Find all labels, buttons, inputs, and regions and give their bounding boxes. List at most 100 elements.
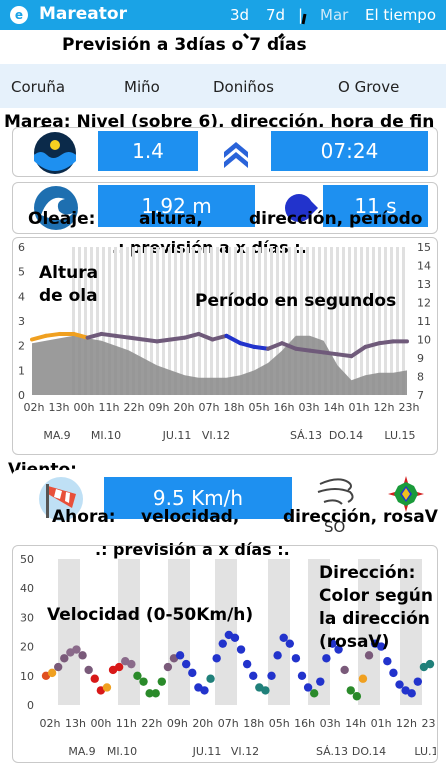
wave-period-axis-annotation: Período en segundos bbox=[195, 291, 397, 311]
x-tick-label: 16h bbox=[274, 401, 295, 414]
wind-speed-point bbox=[316, 677, 325, 686]
day-label: LU.15 bbox=[414, 745, 436, 758]
wave-period-segment bbox=[321, 350, 340, 357]
y-tick: 50 bbox=[20, 553, 34, 566]
wave-height-axis-annotation: Altura de ola bbox=[39, 263, 99, 306]
tide-level-value: 1.4 bbox=[98, 131, 198, 171]
wave-period-segment bbox=[113, 333, 132, 340]
wind-speed-point bbox=[322, 654, 331, 663]
y-right-tick: 15 bbox=[417, 241, 431, 254]
y-left-tick: 3 bbox=[18, 315, 25, 328]
y-left-tick: 1 bbox=[18, 364, 25, 377]
wind-speed-point bbox=[236, 645, 246, 654]
grid-stripe bbox=[228, 247, 231, 395]
wind-speed-point bbox=[90, 674, 99, 683]
day-label: MI.10 bbox=[91, 429, 121, 442]
wave-period-segment bbox=[127, 335, 146, 342]
wind-speed-point bbox=[114, 662, 124, 672]
wind-speed-point bbox=[78, 651, 87, 660]
wave-period-segment bbox=[252, 344, 271, 351]
wind-speed-point bbox=[261, 686, 270, 695]
wave-period-segment bbox=[99, 331, 118, 338]
y-tick: 30 bbox=[20, 611, 34, 624]
wind-speed-point bbox=[303, 683, 313, 692]
x-tick-label: 18h bbox=[243, 717, 264, 730]
y-right-tick: 14 bbox=[417, 260, 431, 273]
wind-speed-point bbox=[102, 683, 112, 692]
tab-mino[interactable]: Miño bbox=[124, 78, 160, 96]
y-left-tick: 4 bbox=[18, 290, 25, 303]
wind-speed-point bbox=[279, 633, 288, 643]
x-tick-label: 16h bbox=[294, 717, 315, 730]
tab-coruna[interactable]: Coruña bbox=[11, 78, 65, 96]
wind-speed-annotation: velocidad, bbox=[141, 507, 240, 527]
x-tick-label: 05h bbox=[269, 717, 290, 730]
y-right-tick: 11 bbox=[417, 315, 431, 328]
x-tick-label: 22h bbox=[124, 401, 145, 414]
tide-rising-icon bbox=[224, 142, 248, 168]
day-label: VI.12 bbox=[231, 745, 259, 758]
wind-direction-color-annotation: Dirección: Color según la dirección (ros… bbox=[319, 563, 433, 652]
y-tick: 10 bbox=[20, 670, 34, 683]
wave-period-segment bbox=[85, 331, 104, 340]
x-tick-label: 23h bbox=[422, 717, 436, 730]
grid-stripe bbox=[354, 247, 357, 395]
day-label: SÁ.13 bbox=[290, 429, 322, 442]
grid-stripe bbox=[222, 247, 225, 395]
x-tick-label: 23h bbox=[399, 401, 420, 414]
grid-stripe bbox=[204, 247, 207, 395]
y-right-tick: 8 bbox=[417, 371, 424, 384]
tab-doninos[interactable]: Doniños bbox=[213, 78, 274, 96]
location-tabs: Coruña Miño Doniños O Grove bbox=[0, 64, 446, 108]
wind-speed-point bbox=[218, 639, 227, 648]
grid-stripe bbox=[168, 559, 190, 705]
x-tick-label: 02h bbox=[40, 717, 61, 730]
wind-speed-point bbox=[242, 659, 252, 669]
wind-speed-point bbox=[163, 662, 173, 672]
x-tick-label: 03h bbox=[299, 401, 320, 414]
wave-period-segment bbox=[168, 335, 187, 342]
day-label: DO.14 bbox=[329, 429, 363, 442]
wind-speed-point bbox=[84, 665, 93, 675]
wind-speed-point bbox=[407, 689, 416, 698]
wave-period-segment bbox=[43, 331, 62, 338]
wind-speed-point bbox=[395, 680, 404, 689]
tide-card: 1.4 07:24 bbox=[12, 127, 438, 177]
tab-o-grove[interactable]: O Grove bbox=[338, 78, 399, 96]
y-left-tick: 2 bbox=[18, 340, 25, 353]
day-label: JU.11 bbox=[192, 745, 222, 758]
x-tick-label: 09h bbox=[149, 401, 170, 414]
x-tick-label: 14h bbox=[345, 717, 366, 730]
grid-stripe bbox=[180, 247, 183, 395]
wind-now-annotation: Ahora: bbox=[52, 507, 116, 527]
wind-speed-point bbox=[139, 677, 148, 686]
x-tick-label: 00h bbox=[90, 717, 111, 730]
wind-speed-point bbox=[346, 686, 355, 695]
wind-speed-point bbox=[297, 671, 307, 680]
wind-speed-point bbox=[175, 651, 185, 660]
wind-speed-point bbox=[206, 674, 215, 683]
x-tick-label: 03h bbox=[320, 717, 341, 730]
wind-speed-point bbox=[72, 645, 81, 654]
wind-speed-point bbox=[53, 662, 63, 672]
grid-stripe bbox=[240, 247, 243, 395]
day-label: VI.12 bbox=[202, 429, 230, 442]
wind-speed-point bbox=[309, 689, 319, 698]
wave-period-segment bbox=[155, 337, 173, 344]
x-tick-label: 07h bbox=[199, 401, 220, 414]
wind-lines-icon bbox=[317, 478, 354, 505]
wind-speed-point bbox=[200, 686, 209, 695]
wave-direction-annotation: dirección, período bbox=[249, 209, 423, 229]
tide-end-time: 07:24 bbox=[271, 131, 428, 171]
grid-stripe bbox=[348, 247, 351, 395]
x-tick-label: 12h bbox=[374, 401, 395, 414]
wind-speed-point bbox=[188, 668, 197, 678]
y-right-tick: 10 bbox=[417, 334, 431, 347]
wind-speed-point bbox=[340, 665, 349, 675]
day-label: MA.9 bbox=[68, 745, 95, 758]
x-tick-label: 14h bbox=[324, 401, 345, 414]
x-tick-label: 02h bbox=[24, 401, 45, 414]
grid-stripe bbox=[372, 247, 375, 395]
wind-speed-point bbox=[249, 671, 258, 680]
wind-speed-point bbox=[151, 689, 160, 698]
